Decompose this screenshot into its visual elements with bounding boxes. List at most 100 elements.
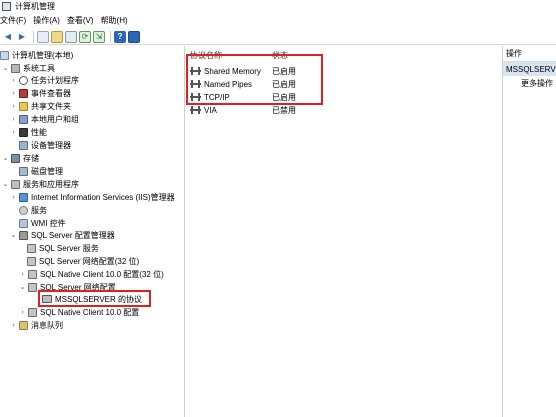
tree-node-mssqlserver-protocols[interactable]: MSSQLSERVER 的协议 xyxy=(42,293,142,305)
protocol-name: TCP/IP xyxy=(204,92,230,102)
protocol-status: 已启用 xyxy=(272,79,296,89)
chevron-down-icon[interactable]: ⌄ xyxy=(2,154,9,162)
tree-node-native-client[interactable]: › SQL Native Client 10.0 配置 xyxy=(19,306,139,318)
tree-node-label: 服务和应用程序 xyxy=(23,179,79,189)
tree-node-iis-manager[interactable]: › Internet Information Services (IIS)管理器 xyxy=(10,191,175,203)
tree-node-native-client-32[interactable]: › SQL Native Client 10.0 配置(32 位) xyxy=(19,268,164,280)
tree-node-label: SQL Server 网络配置(32 位) xyxy=(39,256,140,266)
forward-button[interactable]: ▶ xyxy=(16,31,28,43)
tree-node-sql-services[interactable]: SQL Server 服务 xyxy=(27,242,99,254)
tree-node-root[interactable]: 计算机管理(本地) xyxy=(0,49,73,61)
users-icon xyxy=(19,114,28,124)
protocol-status: 已禁用 xyxy=(272,105,296,115)
help-button[interactable]: ? xyxy=(114,30,126,43)
actions-section-mssqlserver[interactable]: MSSQLSERVER xyxy=(503,62,556,76)
protocol-icon xyxy=(190,93,201,101)
chevron-right-icon[interactable]: › xyxy=(10,322,17,329)
protocol-name: Shared Memory xyxy=(204,66,261,76)
menu-view[interactable]: 查看(V) xyxy=(67,15,97,26)
menu-action[interactable]: 操作(A) xyxy=(33,15,63,26)
chevron-right-icon[interactable]: › xyxy=(10,194,17,201)
chevron-right-icon[interactable]: › xyxy=(19,309,26,316)
chevron-right-icon[interactable]: › xyxy=(10,103,17,110)
more-actions-link[interactable]: 更多操作 xyxy=(503,76,556,90)
mmc-view-button[interactable] xyxy=(128,30,140,43)
services-apps-icon xyxy=(11,179,20,189)
actions-pane: 操作 MSSQLSERVER 更多操作 xyxy=(502,46,556,417)
tree-node-label: 共享文件夹 xyxy=(31,101,71,111)
tree-node-shared-folders[interactable]: › 共享文件夹 xyxy=(10,100,71,112)
protocol-icon xyxy=(190,67,201,75)
device-manager-icon xyxy=(19,140,28,150)
tree-node-sql-config-manager[interactable]: ⌄ SQL Server 配置管理器 xyxy=(10,229,115,241)
chevron-right-icon[interactable]: › xyxy=(10,90,17,97)
protocols-icon xyxy=(42,295,52,303)
chevron-right-icon[interactable]: › xyxy=(10,77,17,84)
iis-icon xyxy=(19,192,28,202)
tree-node-label: 任务计划程序 xyxy=(31,75,79,85)
message-queue-icon xyxy=(19,320,28,330)
navigation-tree: 计算机管理(本地) ⌄ 系统工具 › 任务计划程序 › 事件查看器 › 共享文件… xyxy=(0,46,185,417)
show-hide-tree-button[interactable] xyxy=(37,30,49,43)
chevron-down-icon[interactable]: ⌄ xyxy=(2,180,9,188)
tree-node-services[interactable]: 服务 xyxy=(19,204,47,216)
storage-icon xyxy=(11,153,20,163)
network-config-icon xyxy=(27,256,36,266)
tree-node-label: 服务 xyxy=(31,205,47,215)
table-row[interactable]: VIA 已禁用 xyxy=(190,104,296,116)
protocol-icon xyxy=(190,106,201,114)
tree-node-label: WMI 控件 xyxy=(31,218,66,228)
table-row[interactable]: TCP/IP 已启用 xyxy=(190,91,296,103)
tree-node-message-queuing[interactable]: › 消息队列 xyxy=(10,319,63,331)
sql-services-icon xyxy=(27,243,36,253)
protocol-name: VIA xyxy=(204,105,217,115)
tree-node-task-scheduler[interactable]: › 任务计划程序 xyxy=(10,74,79,86)
properties-button[interactable] xyxy=(65,30,77,43)
chevron-right-icon[interactable]: › xyxy=(10,116,17,123)
native-client-icon xyxy=(28,307,37,317)
title-bar: 计算机管理 xyxy=(0,0,556,12)
tree-node-system-tools[interactable]: ⌄ 系统工具 xyxy=(2,62,55,74)
tree-node-label: 磁盘管理 xyxy=(31,166,63,176)
network-config-icon xyxy=(28,282,37,292)
back-button[interactable]: ◀ xyxy=(2,31,14,43)
tree-node-performance[interactable]: › 性能 xyxy=(10,126,47,138)
table-row[interactable]: Named Pipes 已启用 xyxy=(190,78,296,90)
tools-icon xyxy=(11,63,20,73)
tree-node-label: 性能 xyxy=(31,127,47,137)
chevron-down-icon[interactable]: ⌄ xyxy=(10,231,17,239)
event-viewer-icon xyxy=(19,88,28,98)
services-gear-icon xyxy=(19,205,28,215)
toolbar-separator xyxy=(110,30,111,43)
disk-icon xyxy=(19,166,28,176)
tree-node-device-manager[interactable]: 设备管理器 xyxy=(19,139,71,151)
tree-node-disk-management[interactable]: 磁盘管理 xyxy=(19,165,63,177)
menu-file[interactable]: 文件(F) xyxy=(0,15,29,26)
tree-node-label: 系统工具 xyxy=(23,63,55,73)
tree-node-label: SQL Server 配置管理器 xyxy=(31,230,115,240)
refresh-button[interactable]: ⟳ xyxy=(79,30,91,43)
menu-help[interactable]: 帮助(H) xyxy=(101,15,131,26)
column-header-protocol-name[interactable]: 协议名称 xyxy=(190,50,222,61)
column-header-status[interactable]: 状态 xyxy=(272,50,288,61)
table-row[interactable]: Shared Memory 已启用 xyxy=(190,65,296,77)
chevron-down-icon[interactable]: ⌄ xyxy=(2,64,9,72)
chevron-right-icon[interactable]: › xyxy=(19,271,26,278)
chevron-right-icon[interactable]: › xyxy=(10,129,17,136)
chevron-down-icon[interactable]: ⌄ xyxy=(19,283,26,291)
tree-node-local-users[interactable]: › 本地用户和组 xyxy=(10,113,79,125)
tree-node-event-viewer[interactable]: › 事件查看器 xyxy=(10,87,71,99)
tree-node-label: SQL Native Client 10.0 配置(32 位) xyxy=(40,269,164,279)
tree-node-label: 存储 xyxy=(23,153,39,163)
tree-node-services-apps[interactable]: ⌄ 服务和应用程序 xyxy=(2,178,79,190)
tree-node-sql-network-32[interactable]: SQL Server 网络配置(32 位) xyxy=(27,255,139,267)
tree-node-sql-network[interactable]: ⌄ SQL Server 网络配置 xyxy=(19,281,116,293)
tree-node-label: 设备管理器 xyxy=(31,140,71,150)
protocol-icon xyxy=(190,80,201,88)
tree-node-storage[interactable]: ⌄ 存储 xyxy=(2,152,39,164)
wmi-icon xyxy=(19,218,28,228)
up-one-level-button[interactable] xyxy=(51,30,63,43)
tree-node-wmi-control[interactable]: WMI 控件 xyxy=(19,217,66,229)
toolbar: ◀ ▶ ⟳ ⇲ ? xyxy=(0,29,556,45)
export-list-button[interactable]: ⇲ xyxy=(93,30,105,43)
